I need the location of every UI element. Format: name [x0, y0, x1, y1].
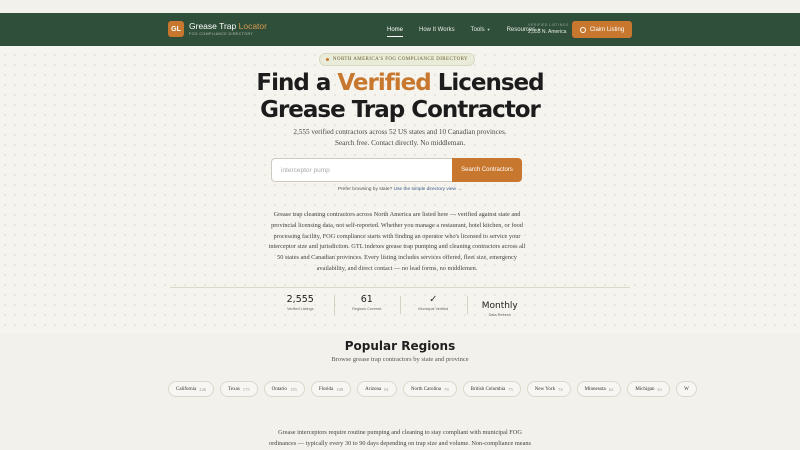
region-count: 61 — [657, 386, 663, 392]
popular-regions-title: Popular Regions — [344, 339, 456, 353]
region-chip[interactable]: Florida 108 — [310, 381, 352, 397]
nav-home[interactable]: Home — [387, 26, 404, 37]
brand-tagline: FOG COMPLIANCE DIRECTORY — [189, 32, 254, 36]
hero-title-part1: Find a — [256, 70, 338, 96]
region-name: Minnesota — [584, 386, 606, 392]
region-chip[interactable]: California 226 — [168, 381, 215, 397]
region-name: Arizona — [365, 386, 382, 392]
region-count: 74 — [558, 386, 563, 392]
region-chip[interactable]: Arizona 81 — [357, 381, 397, 397]
hero-subtitle: 2,555 verified contractors across 52 US … — [0, 127, 800, 149]
stat-verified-listings: 2,555 Verified Listings — [267, 294, 334, 318]
search-contractors-label: Search Contractors — [461, 167, 513, 173]
search-input[interactable] — [271, 158, 452, 182]
region-name: Ontario — [271, 386, 287, 392]
hero-title-line2: Grease Trap Contractor — [260, 97, 541, 123]
region-name: W — [684, 386, 689, 392]
region-count: 81 — [384, 386, 389, 392]
stat-label: Data Refresh — [488, 313, 511, 317]
brand-name-main: Grease Trap — [189, 21, 237, 31]
divider-top — [170, 287, 630, 288]
brand[interactable]: Grease Trap Locator FOG COMPLIANCE DIREC… — [189, 21, 267, 37]
stat-regions-covered: 61 Regions Covered — [333, 294, 401, 318]
claim-listing-button[interactable]: Claim Listing — [572, 21, 632, 38]
region-name: Florida — [318, 386, 334, 392]
checkmark-icon: ✓ — [429, 294, 438, 305]
region-chip[interactable]: Ontario 155 — [263, 381, 305, 397]
region-chip[interactable]: Michigan 61 — [627, 381, 671, 397]
hero-subtitle-line1: 2,555 verified contractors across 52 US … — [293, 128, 507, 136]
brand-name: Grease Trap Locator — [189, 21, 267, 31]
logo-icon[interactable]: GL — [168, 21, 184, 37]
nav-how-it-works[interactable]: How It Works — [419, 27, 455, 33]
browse-by-state-line: Prefer browsing by state? Use the simple… — [0, 187, 800, 192]
region-count: 62 — [608, 386, 614, 392]
region-name: Texas — [228, 386, 240, 392]
claim-listing-label: Claim Listing — [589, 26, 625, 33]
stat-label: Municipal Verified — [418, 307, 449, 311]
hero-title: Find a Verified Licensed Grease Trap Con… — [0, 70, 800, 124]
nav-tools-label: Tools — [470, 26, 485, 33]
simple-directory-link[interactable]: Use the simple directory view → — [394, 187, 463, 192]
dot-icon — [325, 58, 329, 61]
region-chip[interactable]: British Columbia 75 — [462, 381, 521, 397]
region-chips: California 226 Texas 175 Ontario 155 Florida 10… — [168, 381, 800, 397]
region-count: 226 — [199, 386, 207, 392]
stat-municipal-verified: ✓ Municipal Verified — [400, 294, 467, 318]
search-contractors-button[interactable]: Search Contractors — [452, 158, 522, 182]
region-chip[interactable]: Texas 175 — [220, 381, 258, 397]
hero-title-accent: Verified — [337, 70, 431, 96]
nav-how-it-works-label: How It Works — [419, 26, 455, 33]
stat-label: Verified Listings — [286, 307, 314, 311]
brand-name-accent: Locator — [238, 21, 267, 31]
region-chip[interactable]: Minnesota 62 — [576, 381, 622, 397]
region-count: 75 — [508, 386, 513, 392]
hero-title-part2: Licensed — [430, 70, 545, 96]
region-count: 175 — [242, 386, 250, 392]
region-name: New York — [534, 386, 556, 392]
region-chip[interactable]: W — [676, 381, 697, 397]
browse-prefix: Prefer browsing by state? — [337, 187, 394, 192]
hero-subtitle-line2: Search free. Contact directly. No middle… — [334, 139, 466, 147]
stat-data-refresh: Monthly Data Refresh — [466, 294, 534, 318]
region-name: North Carolina — [410, 386, 442, 392]
nav-tools[interactable]: Tools ▼ — [471, 27, 491, 33]
navbar: GL Grease Trap Locator FOG COMPLIANCE DI… — [0, 13, 800, 46]
stat-value: 61 — [360, 294, 373, 305]
region-name: British Columbia — [470, 386, 506, 392]
stat-value: Monthly — [481, 301, 518, 311]
region-count: 78 — [444, 386, 449, 392]
popular-regions-subtitle: Browse grease trap contractors by state … — [331, 356, 469, 363]
chevron-down-icon: ▼ — [486, 26, 491, 32]
nav-home-label: Home — [387, 26, 404, 33]
region-chip[interactable]: North Carolina 78 — [402, 381, 457, 397]
top-strip — [0, 0, 800, 13]
region-name: California — [176, 386, 197, 392]
region-name: Michigan — [635, 386, 655, 392]
stat-value: 2,555 — [286, 294, 314, 305]
verified-listings-label: VERIFIED LISTINGS — [528, 23, 569, 27]
intro-paragraph: Grease trap cleaning contractors across … — [268, 211, 526, 272]
verified-listings-value: 2,555 N. America — [528, 29, 567, 35]
region-count: 155 — [289, 386, 297, 392]
verified-listings-count: VERIFIED LISTINGS 2,555 N. America — [528, 22, 569, 36]
stats-row: 2,555 Verified Listings 61 Regions Cover… — [267, 294, 533, 318]
region-chip[interactable]: New York 74 — [526, 381, 571, 397]
region-count: 108 — [336, 386, 344, 392]
hero-badge-text: NORTH AMERICA'S FOG COMPLIANCE DIRECTORY — [332, 57, 469, 62]
bottom-paragraph: Grease interceptors require routine pump… — [269, 429, 531, 447]
circle-icon — [579, 26, 586, 33]
hero-badge: NORTH AMERICA'S FOG COMPLIANCE DIRECTORY — [319, 53, 475, 66]
stat-label: Regions Covered — [352, 307, 382, 311]
